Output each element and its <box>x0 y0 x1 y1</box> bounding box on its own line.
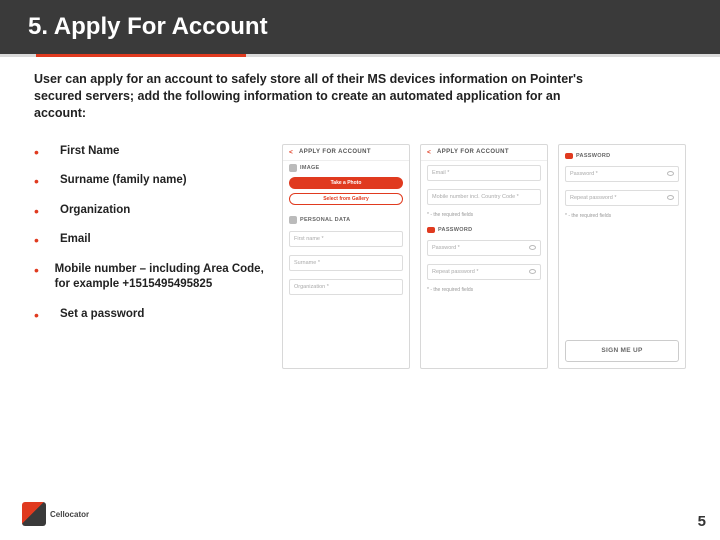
placeholder: Password * <box>570 171 598 177</box>
eye-icon[interactable] <box>667 171 674 176</box>
slide-title: 5. Apply For Account <box>28 13 268 41</box>
screenshot-1: < APPLY FOR ACCOUNT IMAGE Take a Photo S… <box>282 144 410 369</box>
password-section-label: PASSWORD <box>559 145 685 162</box>
required-note: * - the required fields <box>559 210 685 225</box>
repeat-password-field[interactable]: Repeat password * <box>565 190 679 206</box>
bullet-label: First Name <box>48 144 119 160</box>
screenshot-3: PASSWORD Password * Repeat password * * … <box>558 144 686 369</box>
eye-icon[interactable] <box>529 269 536 274</box>
screenshots: < APPLY FOR ACCOUNT IMAGE Take a Photo S… <box>282 144 686 369</box>
bullet-icon: • <box>34 263 43 277</box>
section-text: PERSONAL DATA <box>300 217 350 223</box>
password-section-label: PASSWORD <box>421 224 547 236</box>
back-icon[interactable]: < <box>427 149 433 156</box>
bullet-label: Mobile number – including Area Code, for… <box>43 262 282 293</box>
sign-me-up-button[interactable]: SIGN ME UP <box>565 340 679 362</box>
bullet-icon: • <box>34 233 48 247</box>
key-icon <box>565 153 573 159</box>
placeholder: First name * <box>294 236 324 242</box>
list-item: •First Name <box>34 144 282 160</box>
logo-icon <box>22 502 46 526</box>
section-text: PASSWORD <box>438 227 472 233</box>
screen-header: < APPLY FOR ACCOUNT <box>283 145 409 161</box>
list-item: •Surname (family name) <box>34 173 282 189</box>
personal-data-label: PERSONAL DATA <box>283 213 409 227</box>
list-item: •Organization <box>34 203 282 219</box>
required-note: * - the required fields <box>421 284 547 299</box>
bullet-icon: • <box>34 174 48 188</box>
list-item: •Mobile number – including Area Code, fo… <box>34 262 282 293</box>
screenshot-2: < APPLY FOR ACCOUNT Email * Mobile numbe… <box>420 144 548 369</box>
page-number: 5 <box>698 513 706 530</box>
placeholder: Surname * <box>294 260 320 266</box>
required-note: * - the required fields <box>421 209 547 224</box>
accent-bar <box>0 54 720 57</box>
placeholder: Password * <box>432 245 460 251</box>
screen-title: APPLY FOR ACCOUNT <box>437 149 509 155</box>
image-section-label: IMAGE <box>283 161 409 175</box>
person-icon <box>289 216 297 224</box>
take-photo-button[interactable]: Take a Photo <box>289 177 403 189</box>
logo-text: Cellocator <box>50 510 89 519</box>
email-field[interactable]: Email * <box>427 165 541 181</box>
placeholder: Repeat password * <box>432 269 478 275</box>
list-item: •Email <box>34 232 282 248</box>
bullet-label: Email <box>48 232 91 248</box>
bullet-icon: • <box>34 145 48 159</box>
screen-header: < APPLY FOR ACCOUNT <box>421 145 547 161</box>
intro-text: User can apply for an account to safely … <box>34 71 594 122</box>
mobile-field[interactable]: Mobile number incl. Country Code * <box>427 189 541 205</box>
content: User can apply for an account to safely … <box>0 57 720 369</box>
bullet-label: Set a password <box>48 307 144 323</box>
image-icon <box>289 164 297 172</box>
section-text: PASSWORD <box>576 153 610 159</box>
organization-field[interactable]: Organization * <box>289 279 403 295</box>
eye-icon[interactable] <box>667 195 674 200</box>
bullet-icon: • <box>34 204 48 218</box>
placeholder: Email * <box>432 170 449 176</box>
first-name-field[interactable]: First name * <box>289 231 403 247</box>
accent-orange <box>36 54 246 57</box>
password-field[interactable]: Password * <box>565 166 679 182</box>
screen-title: APPLY FOR ACCOUNT <box>299 149 371 155</box>
eye-icon[interactable] <box>529 245 536 250</box>
bullet-icon: • <box>34 308 48 322</box>
key-icon <box>427 227 435 233</box>
list-item: •Set a password <box>34 307 282 323</box>
logo: Cellocator <box>22 502 89 526</box>
body-row: •First Name •Surname (family name) •Orga… <box>34 144 686 369</box>
placeholder: Mobile number incl. Country Code * <box>432 194 519 200</box>
section-text: IMAGE <box>300 165 320 171</box>
placeholder: Repeat password * <box>570 195 616 201</box>
placeholder: Organization * <box>294 284 329 290</box>
back-icon[interactable]: < <box>289 149 295 156</box>
slide: 5. Apply For Account User can apply for … <box>0 0 720 540</box>
bullet-label: Organization <box>48 203 130 219</box>
title-bar: 5. Apply For Account <box>0 0 720 54</box>
repeat-password-field[interactable]: Repeat password * <box>427 264 541 280</box>
surname-field[interactable]: Surname * <box>289 255 403 271</box>
password-field[interactable]: Password * <box>427 240 541 256</box>
select-gallery-button[interactable]: Select from Gallery <box>289 193 403 205</box>
bullet-list: •First Name •Surname (family name) •Orga… <box>34 144 282 369</box>
bullet-label: Surname (family name) <box>48 173 187 189</box>
